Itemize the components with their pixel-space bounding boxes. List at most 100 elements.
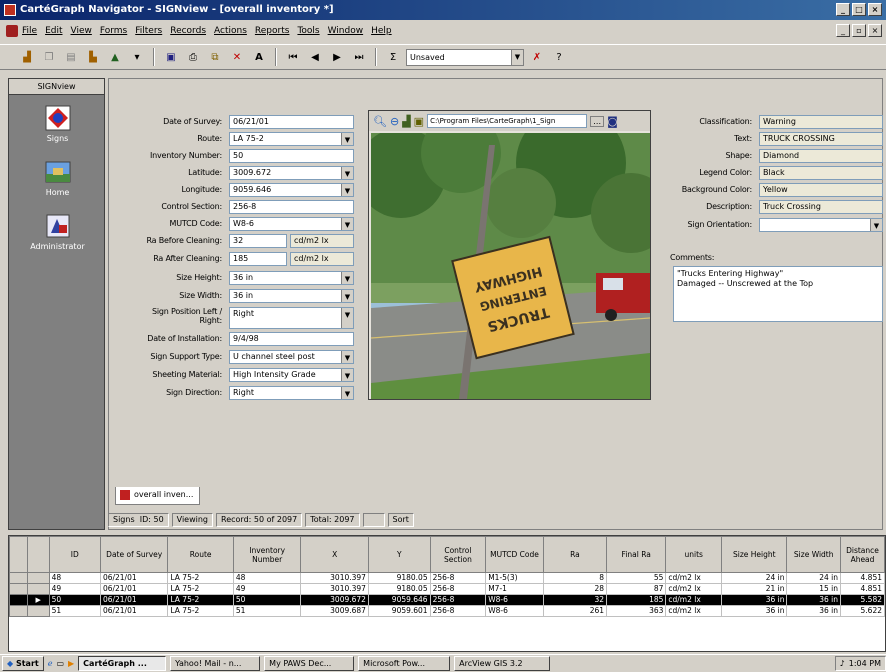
table-cell[interactable]: 256-8 [429, 572, 487, 584]
size-width-select[interactable]: 36 in ▼ [229, 289, 354, 303]
zoom-in-icon[interactable]: 🔍︎ [373, 115, 387, 128]
table-cell[interactable]: 24 in [721, 572, 788, 584]
table-cell[interactable]: 06/21/01 [99, 583, 169, 595]
date-of-survey-field[interactable]: 06/21/01 [229, 115, 354, 129]
table-cell[interactable]: 256-8 [429, 605, 487, 617]
menu-edit[interactable]: Edit [45, 26, 62, 36]
table-cell[interactable]: 87 [606, 583, 667, 595]
image-icon[interactable]: ▟ [402, 115, 410, 128]
new-record-icon[interactable]: ▟ [18, 48, 36, 66]
first-record-icon[interactable]: ⏮ [284, 48, 302, 66]
table-cell[interactable]: 185 [606, 594, 667, 606]
table-cell[interactable]: LA 75-2 [167, 594, 234, 606]
row-selector[interactable] [26, 583, 50, 595]
last-record-icon[interactable]: ⏭ [350, 48, 368, 66]
col-y[interactable]: Y [367, 536, 431, 573]
table-cell[interactable]: 36 in [786, 605, 841, 617]
col-size-width[interactable]: Size Width [786, 536, 841, 573]
filter-icon[interactable]: Σ [384, 48, 402, 66]
row-selector[interactable]: ▶ [26, 594, 50, 606]
table-cell[interactable]: 4.851 [839, 583, 885, 595]
col-mutcd-code[interactable]: MUTCD Code [485, 536, 544, 573]
menu-window[interactable]: Window [328, 26, 364, 36]
sign-position-select[interactable]: Right ▼ [229, 307, 354, 329]
row-selector[interactable] [26, 572, 50, 584]
tab-overall-inventory[interactable]: overall inven... [115, 487, 200, 505]
table-cell[interactable]: 55 [606, 572, 667, 584]
date-of-installation-field[interactable]: 9/4/98 [229, 332, 354, 346]
col-size-height[interactable]: Size Height [721, 536, 788, 573]
menu-actions[interactable]: Actions [214, 26, 247, 36]
col-distance-ahead[interactable]: Distance Ahead [839, 536, 885, 573]
table-cell[interactable]: 3009.672 [300, 594, 369, 606]
table-cell[interactable]: 51 [48, 605, 101, 617]
table-cell[interactable]: 48 [48, 572, 101, 584]
doc-restore-button[interactable]: ▫ [852, 24, 866, 37]
sign-direction-select[interactable]: Right ▼ [229, 386, 354, 400]
menu-filters[interactable]: Filters [135, 26, 162, 36]
longitude-field[interactable]: 9059.646 ▼ [229, 183, 354, 197]
paste-icon[interactable]: ▤ [62, 48, 80, 66]
size-height-select[interactable]: 36 in ▼ [229, 271, 354, 285]
row-selector[interactable] [26, 605, 50, 617]
table-cell[interactable]: cd/m2 lx [665, 594, 723, 606]
sheeting-material-select[interactable]: High Intensity Grade ▼ [229, 368, 354, 382]
table-cell[interactable]: 5.622 [839, 605, 885, 617]
table-cell[interactable]: 4.851 [839, 572, 885, 584]
table-cell[interactable]: 32 [542, 594, 608, 606]
doc-close-button[interactable]: × [868, 24, 882, 37]
support-type-select[interactable]: U channel steel post ▼ [229, 350, 354, 364]
mutcd-code-select[interactable]: W8-6 ▼ [229, 217, 354, 231]
col-x[interactable]: X [300, 536, 369, 573]
camera-icon[interactable]: ◙ [607, 115, 618, 128]
table-cell[interactable]: M7-1 [485, 583, 544, 595]
table-cell[interactable]: 51 [232, 605, 302, 617]
menu-help[interactable]: Help [371, 26, 392, 36]
col-control-section[interactable]: Control Section [429, 536, 487, 573]
volume-icon[interactable]: ♪ [840, 657, 845, 670]
table-row[interactable]: 49 06/21/01 LA 75-2 49 3010.397 9180.05 256-8 M… [9, 583, 885, 595]
ra-after-field[interactable]: 185 [229, 252, 287, 266]
menu-view[interactable]: View [71, 26, 92, 36]
table-cell[interactable]: 48 [232, 572, 302, 584]
table-cell[interactable]: M1-5(3) [485, 572, 544, 584]
print-icon[interactable]: ⎙ [184, 48, 202, 66]
col-id[interactable]: ID [48, 536, 101, 573]
table-row[interactable]: 48 06/21/01 LA 75-2 48 3010.397 9180.05 256-8 M… [9, 572, 885, 584]
quicklaunch-media-icon[interactable]: ▶ [68, 659, 74, 668]
col-units[interactable]: units [665, 536, 723, 573]
taskbar-item-powerpoint[interactable]: Microsoft Pow... [358, 656, 451, 671]
table-cell[interactable]: cd/m2 lx [665, 572, 723, 584]
sidebar-item-administrator[interactable]: Administrator [9, 213, 106, 251]
layer-icon[interactable]: ▙ [84, 48, 102, 66]
quicklaunch-desktop-icon[interactable]: ▭ [56, 659, 64, 668]
prev-record-icon[interactable]: ◀ [306, 48, 324, 66]
table-cell[interactable]: 06/21/01 [99, 594, 169, 606]
delete-icon[interactable]: ✕ [228, 48, 246, 66]
table-cell[interactable]: 256-8 [429, 594, 487, 606]
table-cell[interactable]: 3010.397 [300, 583, 369, 595]
comments-textarea[interactable]: "Trucks Entering Highway" Damaged -- Uns… [673, 266, 883, 322]
duplicate-icon[interactable]: ⧉ [206, 48, 224, 66]
photo-path-field[interactable]: C:\Program Files\CarteGraph\1_Sign [427, 114, 588, 128]
table-cell[interactable]: 8 [542, 572, 608, 584]
control-section-field[interactable]: 256-8 [229, 200, 354, 214]
dropdown-arrow-icon[interactable]: ▾ [128, 48, 146, 66]
inventory-number-field[interactable]: 50 [229, 149, 354, 163]
table-cell[interactable]: W8-6 [485, 594, 544, 606]
menu-file[interactable]: File [22, 26, 37, 36]
zoom-out-icon[interactable]: ⊖ [390, 115, 399, 128]
chart-icon[interactable]: ▲ [106, 48, 124, 66]
ra-before-field[interactable]: 32 [229, 234, 287, 248]
table-cell[interactable]: 50 [232, 594, 302, 606]
table-cell[interactable]: cd/m2 lx [665, 605, 723, 617]
menu-records[interactable]: Records [170, 26, 206, 36]
start-button[interactable]: ◆ Start [2, 656, 44, 671]
latitude-field[interactable]: 3009.672 ▼ [229, 166, 354, 180]
minimize-button[interactable]: _ [836, 3, 850, 16]
doc-minimize-button[interactable]: _ [836, 24, 850, 37]
table-cell[interactable]: 363 [606, 605, 667, 617]
table-cell[interactable]: 256-8 [429, 583, 487, 595]
table-cell[interactable]: 28 [542, 583, 608, 595]
table-cell[interactable]: LA 75-2 [167, 572, 234, 584]
